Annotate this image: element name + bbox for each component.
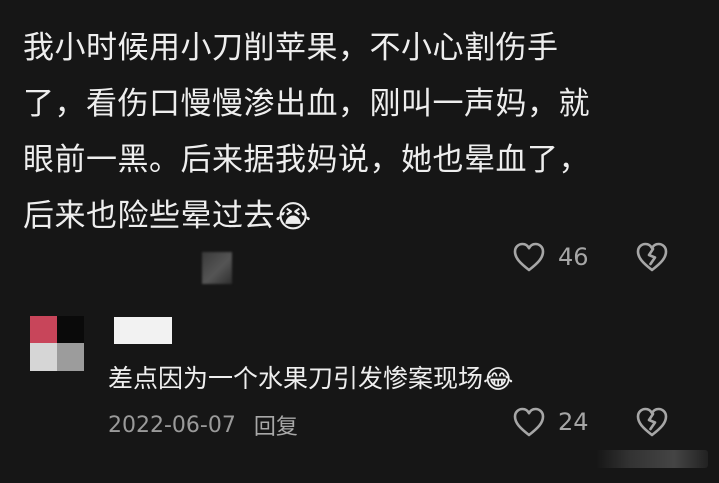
avatar-tile	[30, 343, 57, 371]
heart-icon	[512, 241, 546, 273]
like-count: 24	[558, 408, 589, 436]
main-comment: 我小时候用小刀削苹果，不小心割伤手 了，看伤口慢慢渗出血，刚叫一声妈，就 眼前一…	[23, 20, 688, 244]
main-comment-line: 我小时候用小刀削苹果，不小心割伤手	[23, 30, 559, 66]
broken-heart-icon	[635, 241, 669, 273]
reply-meta: 2022-06-07 回复	[108, 406, 298, 444]
main-comment-line: 了，看伤口慢慢渗出血，刚叫一声妈，就	[23, 86, 590, 122]
main-dislike-button[interactable]	[635, 241, 669, 273]
reply-dislike-button[interactable]	[635, 406, 669, 438]
reply-button[interactable]: 回复	[254, 409, 298, 441]
main-comment-line: 眼前一黑。后来据我妈说，她也晕血了，	[23, 142, 590, 178]
crying-emoji: 😭	[275, 199, 312, 235]
heart-icon	[512, 406, 546, 438]
like-count: 46	[558, 243, 589, 271]
redacted-username[interactable]	[114, 317, 172, 344]
main-like-button[interactable]: 46	[512, 241, 589, 273]
avatar-tile	[57, 316, 84, 343]
broken-heart-icon	[635, 406, 669, 438]
reply-comment-text: 差点因为一个水果刀引发惨案现场😂	[108, 356, 513, 402]
reply-like-button[interactable]: 24	[512, 406, 589, 438]
laughing-emoji: 😂	[483, 365, 514, 395]
reply-text-content: 差点因为一个水果刀引发惨案现场	[108, 364, 484, 393]
avatar-tile	[57, 343, 84, 371]
blurred-username	[202, 252, 232, 284]
main-comment-line: 后来也险些晕过去😭	[23, 188, 688, 244]
avatar[interactable]	[30, 316, 84, 371]
watermark	[596, 450, 708, 468]
avatar-tile	[30, 316, 57, 343]
main-comment-line-text: 后来也险些晕过去	[23, 198, 275, 234]
reply-date: 2022-06-07	[108, 412, 236, 438]
